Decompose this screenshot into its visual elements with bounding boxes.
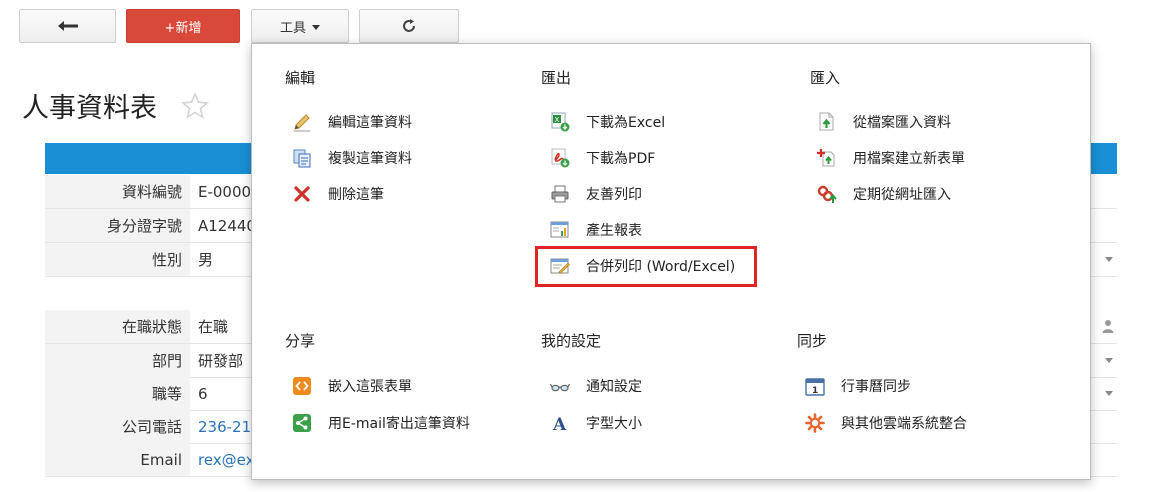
chevron-down-icon[interactable] [1105,257,1113,262]
delete-x-icon [292,184,312,204]
menu-item-scheduled-url-import[interactable]: 定期從網址匯入 [817,183,951,205]
field-value[interactable]: 在職 [198,310,228,343]
field-label: 資料編號 [45,175,190,208]
person-icon[interactable] [1102,319,1114,333]
menu-item-label: 下載為PDF [586,151,656,167]
font-size-icon: A [550,413,570,433]
menu-item-generate-report[interactable]: 產生報表 [550,219,642,241]
copy-icon [292,148,312,168]
menu-item-font-size[interactable]: A 字型大小 [550,412,642,434]
menu-item-import-from-file[interactable]: 從檔案匯入資料 [817,111,951,133]
field-value[interactable]: E-0000 [198,175,251,208]
menu-item-label: 複製這筆資料 [328,151,412,167]
menu-item-download-pdf[interactable]: 下載為PDF [550,147,655,169]
menu-item-label: 嵌入這張表單 [328,379,412,395]
refresh-icon [403,19,415,32]
menu-item-edit-record[interactable]: 編輯這筆資料 [292,111,412,133]
caret-down-icon [312,24,320,30]
menu-item-label: 用E-mail寄出這筆資料 [328,416,470,432]
menu-item-label: 產生報表 [586,223,642,239]
field-label: 部門 [45,344,190,377]
embed-code-icon [292,376,312,396]
menu-section-export: 匯出 [541,69,572,87]
report-chart-icon [550,220,570,240]
pencil-icon [292,112,312,132]
excel-download-icon: X [550,112,570,132]
menu-item-delete-record[interactable]: 刪除這筆 [292,183,384,205]
back-button[interactable] [19,9,116,43]
menu-item-embed-form[interactable]: 嵌入這張表單 [292,375,412,397]
menu-item-label: 用檔案建立新表單 [853,151,965,167]
menu-item-print-friendly[interactable]: 友善列印 [550,183,642,205]
arrow-left-icon [57,21,78,31]
menu-section-my-settings: 我的設定 [541,332,602,350]
menu-item-label: 友善列印 [586,187,642,203]
link-import-icon [817,184,837,204]
menu-section-import: 匯入 [810,69,841,87]
tools-menu: 編輯 編輯這筆資料 複製這筆資料 刪除這筆 匯出 X 下載為Excel 下載為P… [251,43,1091,480]
menu-item-label: 通知設定 [586,379,642,395]
field-value[interactable]: 6 [198,377,208,410]
new-form-from-file-icon [817,148,837,168]
menu-item-label: 行事曆同步 [841,379,911,395]
menu-item-label: 編輯這筆資料 [328,115,412,131]
menu-item-create-form-from-file[interactable]: 用檔案建立新表單 [817,147,965,169]
add-new-label: +新增 [164,20,202,36]
menu-item-label: 與其他雲端系統整合 [841,416,967,432]
menu-section-edit: 編輯 [285,69,316,87]
add-new-button[interactable]: +新增 [126,9,240,43]
svg-text:X: X [555,116,560,124]
menu-section-share: 分享 [285,332,316,350]
menu-section-sync: 同步 [797,332,828,350]
field-value[interactable]: 研發部 [198,344,243,377]
menu-item-cloud-integration[interactable]: 與其他雲端系統整合 [805,412,967,434]
field-value-link[interactable]: rex@ex [198,443,255,476]
integration-gear-icon [805,413,825,433]
field-label: Email [45,443,190,476]
field-label: 身分證字號 [45,209,190,242]
menu-item-label: 刪除這筆 [328,187,384,203]
field-label: 公司電話 [45,410,190,443]
refresh-button[interactable] [359,9,459,43]
menu-item-copy-record[interactable]: 複製這筆資料 [292,147,412,169]
file-import-icon [817,112,837,132]
svg-text:1: 1 [812,386,818,396]
field-value-link[interactable]: 236-21 [198,410,251,443]
menu-item-label: 定期從網址匯入 [853,187,951,203]
favorite-star-icon[interactable] [181,92,209,120]
menu-item-label: 下載為Excel [586,115,666,131]
svg-text:A: A [552,415,567,433]
field-label: 職等 [45,377,190,410]
printer-icon [550,184,570,204]
tools-dropdown-button[interactable]: 工具 [251,9,349,43]
menu-item-download-excel[interactable]: X 下載為Excel [550,111,665,133]
menu-item-email-record[interactable]: 用E-mail寄出這筆資料 [292,412,470,434]
highlight-box [535,246,757,287]
calendar-icon: 1 [805,376,825,396]
tools-label: 工具 [279,20,306,36]
pdf-download-icon [550,148,570,168]
field-label: 性別 [45,243,190,276]
field-value[interactable]: A12440 [198,209,256,242]
glasses-icon [550,376,570,396]
chevron-down-icon[interactable] [1105,391,1113,396]
field-label: 在職狀態 [45,310,190,343]
menu-item-label: 字型大小 [586,416,642,432]
menu-item-notification-settings[interactable]: 通知設定 [550,375,642,397]
menu-item-calendar-sync[interactable]: 1 行事曆同步 [805,375,911,397]
chevron-down-icon[interactable] [1105,358,1113,363]
field-value[interactable]: 男 [198,243,213,276]
menu-item-label: 從檔案匯入資料 [853,115,951,131]
page-title: 人事資料表 [22,93,157,124]
share-icon [292,413,312,433]
